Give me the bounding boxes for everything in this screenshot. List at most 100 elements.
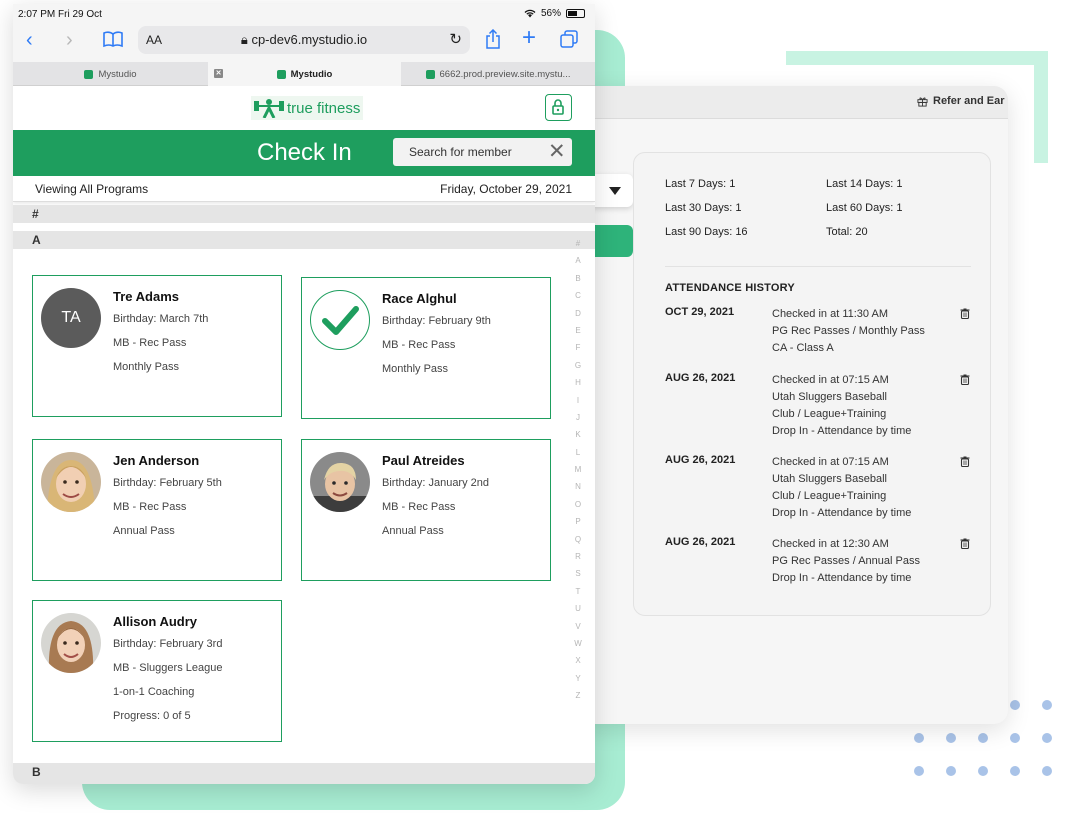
index-letter[interactable]: E xyxy=(573,322,583,339)
member-photo xyxy=(41,613,101,673)
back-icon[interactable]: ‹ xyxy=(26,30,33,50)
index-letter[interactable]: Q xyxy=(573,531,583,548)
member-membership: Monthly Pass xyxy=(113,361,180,373)
mystudio-favicon-icon xyxy=(276,69,286,79)
trash-icon[interactable] xyxy=(960,374,970,385)
index-letter[interactable]: J xyxy=(573,409,583,426)
member-card-paul-atreides[interactable]: Paul Atreides Birthday: January 2nd MB -… xyxy=(301,439,551,581)
avatar-initials: TA xyxy=(41,288,101,348)
history-line: CA - Class A xyxy=(772,342,834,354)
status-time: 2:07 PM Fri 29 Oct xyxy=(18,9,102,20)
attendance-card: Last 7 Days: 1 Last 14 Days: 1 Last 30 D… xyxy=(633,152,991,616)
logo-text: true fitness xyxy=(287,99,361,117)
index-letter[interactable]: T xyxy=(573,583,583,600)
program-filter-bar: Viewing All Programs Friday, October 29,… xyxy=(13,176,595,202)
history-line: PG Rec Passes / Monthly Pass xyxy=(772,325,925,337)
child-portrait-photo xyxy=(310,452,370,512)
member-progress: Progress: 0 of 5 xyxy=(113,710,191,722)
tabs-overview-icon[interactable] xyxy=(560,30,578,48)
app-header: true fitness xyxy=(13,86,595,130)
battery-percent: 56% xyxy=(540,8,561,19)
index-letter[interactable]: K xyxy=(573,426,583,443)
index-letter[interactable]: C xyxy=(573,287,583,304)
history-line: Drop In - Attendance by time xyxy=(772,572,912,584)
index-letter[interactable]: D xyxy=(573,305,583,322)
browser-tab[interactable]: 6662.prod.preview.site.mystu... xyxy=(401,62,595,86)
index-letter[interactable]: P xyxy=(573,513,583,530)
index-letter[interactable]: G xyxy=(573,357,583,374)
trash-icon[interactable] xyxy=(960,538,970,549)
member-card-tre-adams[interactable]: TA Tre Adams Birthday: March 7th MB - Re… xyxy=(32,275,282,417)
panel-topbar: Refer and Ear xyxy=(580,86,1008,119)
member-program: MB - Rec Pass xyxy=(113,501,187,513)
index-letter[interactable]: M xyxy=(573,461,583,478)
new-tab-icon[interactable]: + xyxy=(522,26,536,50)
index-letter[interactable]: R xyxy=(573,548,583,565)
section-label: # xyxy=(32,207,39,221)
index-letter[interactable]: V xyxy=(573,618,583,635)
index-letter[interactable]: S xyxy=(573,565,583,582)
battery-icon xyxy=(566,9,585,18)
refer-label: Refer and Ear xyxy=(933,95,1005,107)
member-membership: 1-on-1 Coaching xyxy=(113,686,195,698)
browser-tab[interactable]: Mystudio xyxy=(13,62,208,86)
index-letter[interactable]: L xyxy=(573,444,583,461)
clear-search-icon[interactable]: ✕ xyxy=(548,140,566,164)
index-letter[interactable]: # xyxy=(573,235,583,252)
divider xyxy=(665,266,971,267)
child-portrait-photo xyxy=(41,613,101,673)
index-letter[interactable]: F xyxy=(573,339,583,356)
program-filter-label[interactable]: Viewing All Programs xyxy=(35,182,148,196)
member-membership: Monthly Pass xyxy=(382,363,449,375)
history-date: AUG 26, 2021 xyxy=(665,536,736,548)
section-header-a: A xyxy=(13,231,595,249)
attendance-history-title: ATTENDANCE HISTORY xyxy=(665,282,795,294)
history-line: Utah Sluggers Baseball xyxy=(772,391,887,403)
bookmarks-icon[interactable] xyxy=(103,31,123,48)
index-letter[interactable]: Z xyxy=(573,687,583,704)
refer-and-earn-link[interactable]: Refer and Ear xyxy=(917,95,1005,107)
index-letter[interactable]: B xyxy=(573,270,583,287)
reload-icon[interactable]: ↻ xyxy=(449,30,462,48)
tab-title: Mystudio xyxy=(98,68,137,80)
index-letter[interactable]: U xyxy=(573,600,583,617)
member-photo xyxy=(310,452,370,512)
index-letter[interactable]: X xyxy=(573,652,583,669)
member-card-allison-audry[interactable]: Allison Audry Birthday: February 3rd MB … xyxy=(32,600,282,742)
child-portrait-photo xyxy=(41,452,101,512)
forward-icon[interactable]: › xyxy=(66,30,73,50)
member-program: MB - Rec Pass xyxy=(113,337,187,349)
member-program: MB - Rec Pass xyxy=(382,501,456,513)
alphabet-index[interactable]: # A B C D E F G H I J K L M N O P Q R S … xyxy=(573,235,583,705)
index-letter[interactable]: N xyxy=(573,478,583,495)
tablet-device: 2:07 PM Fri 29 Oct 56% ‹ › AA 🔒︎ cp-dev6… xyxy=(13,4,595,784)
member-name: Race Alghul xyxy=(382,291,457,306)
member-card-jen-anderson[interactable]: Jen Anderson Birthday: February 5th MB -… xyxy=(32,439,282,581)
history-line: Drop In - Attendance by time xyxy=(772,507,912,519)
member-birthday: Birthday: February 3rd xyxy=(113,638,223,650)
index-letter[interactable]: I xyxy=(573,392,583,409)
member-detail-panel: Refer and Ear Last 7 Days: 1 Last 14 Day… xyxy=(580,86,1008,724)
index-letter[interactable]: A xyxy=(573,252,583,269)
member-search-input[interactable]: Search for member ✕ xyxy=(393,138,572,166)
trash-icon[interactable] xyxy=(960,456,970,467)
wifi-icon xyxy=(524,9,536,18)
browser-tab-active[interactable]: ✕ Mystudio xyxy=(208,62,401,86)
close-tab-icon[interactable]: ✕ xyxy=(214,69,223,78)
member-photo xyxy=(41,452,101,512)
lock-button[interactable] xyxy=(545,94,572,121)
member-card-race-alghul[interactable]: Race Alghul Birthday: February 9th MB - … xyxy=(301,277,551,419)
section-header-hash: # xyxy=(13,205,595,223)
history-date: OCT 29, 2021 xyxy=(665,306,735,318)
member-name: Allison Audry xyxy=(113,614,198,629)
history-line: Drop In - Attendance by time xyxy=(772,425,912,437)
trash-icon[interactable] xyxy=(960,308,970,319)
stat-last-7-days: Last 7 Days: 1 xyxy=(665,178,736,190)
index-letter[interactable]: Y xyxy=(573,670,583,687)
index-letter[interactable]: O xyxy=(573,496,583,513)
address-bar[interactable]: AA 🔒︎ cp-dev6.mystudio.io ↻ xyxy=(138,26,470,54)
index-letter[interactable]: H xyxy=(573,374,583,391)
stat-last-90-days: Last 90 Days: 16 xyxy=(665,226,748,238)
share-icon[interactable] xyxy=(485,29,501,49)
index-letter[interactable]: W xyxy=(573,635,583,652)
